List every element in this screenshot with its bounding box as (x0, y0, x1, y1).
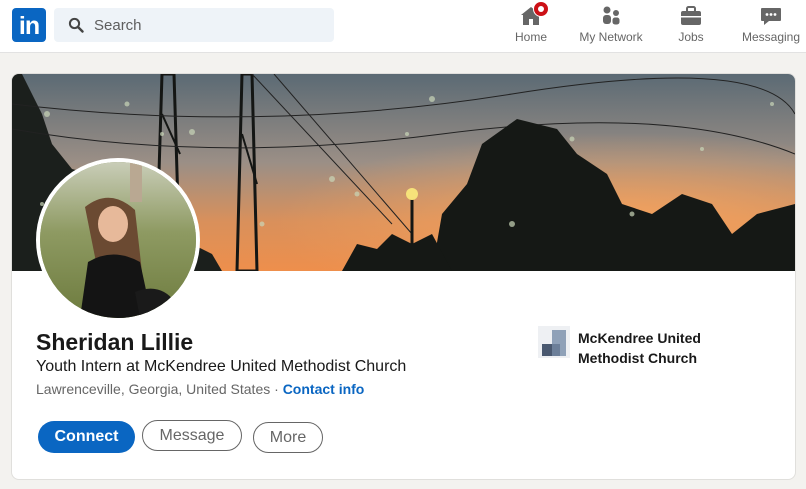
connect-button[interactable]: Connect (38, 421, 135, 453)
profile-location-row: Lawrenceville, Georgia, United States · … (36, 381, 364, 397)
contact-info-link[interactable]: Contact info (283, 381, 365, 397)
company-logo-icon (538, 326, 570, 358)
location-separator: · (270, 381, 283, 397)
nav-label-my-network: My Network (579, 30, 643, 44)
notification-badge (533, 1, 549, 17)
nav-item-jobs[interactable]: Jobs (667, 4, 715, 50)
nav-label-home: Home (514, 30, 547, 44)
profile-card: Sheridan Lillie Youth Intern at McKendre… (11, 73, 796, 480)
profile-name: Sheridan Lillie (36, 329, 194, 355)
linkedin-logo[interactable]: in (12, 8, 46, 42)
nav-label-messaging: Messaging (741, 30, 801, 44)
profile-photo (40, 162, 196, 318)
search-input[interactable]: Search (94, 17, 142, 34)
profile-avatar[interactable] (36, 158, 200, 322)
nav-label-jobs: Jobs (678, 30, 704, 44)
message-button[interactable]: Message (142, 420, 242, 451)
nav-item-messaging[interactable]: Messaging (736, 4, 806, 50)
nav-item-home[interactable]: Home (507, 1, 555, 50)
profile-headline: Youth Intern at McKendree United Methodi… (36, 358, 407, 375)
top-nav: in Search Home My Network Jobs Messaging (0, 0, 806, 53)
chat-bubble-icon (759, 4, 783, 28)
profile-location: Lawrenceville, Georgia, United States (36, 381, 271, 397)
current-company[interactable]: McKendree United Methodist Church (538, 326, 758, 370)
briefcase-icon (679, 4, 703, 28)
company-name: McKendree United Methodist Church (578, 330, 701, 366)
home-icon (519, 1, 549, 28)
nav-item-my-network[interactable]: My Network (574, 4, 648, 50)
search-bar[interactable]: Search (54, 8, 334, 42)
network-icon (599, 4, 623, 28)
more-button[interactable]: More (253, 422, 323, 453)
search-icon (68, 17, 84, 33)
